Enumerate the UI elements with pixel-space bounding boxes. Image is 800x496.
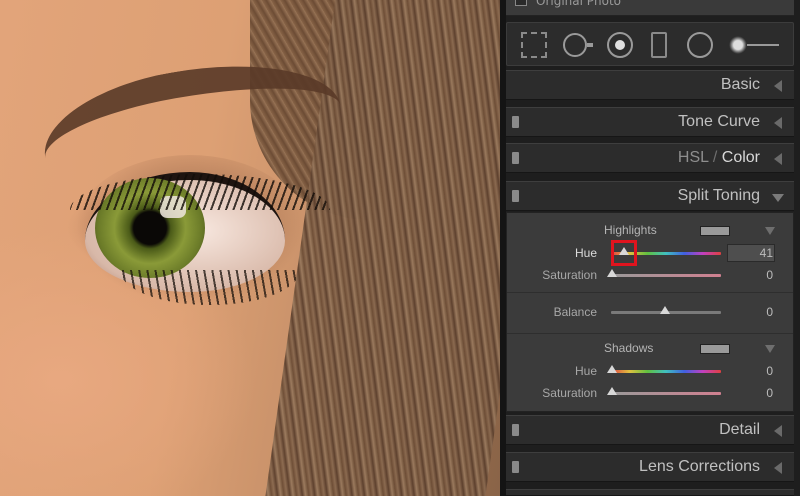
collapse-left-icon[interactable] [774,153,782,165]
panel-toggle-switch[interactable] [512,190,519,202]
panel-header-basic[interactable]: Basic [506,70,794,100]
balance-label: Balance [553,305,597,319]
panel-title-split-toning: Split Toning [677,187,760,204]
graduated-filter-icon[interactable] [651,32,667,58]
radial-filter-icon[interactable] [687,32,713,58]
tab-separator: / [708,149,722,166]
original-photo-checkbox[interactable] [515,0,527,6]
shadows-title: Shadows [604,341,654,355]
collapse-left-icon[interactable] [774,80,782,92]
split-toning-panel: Highlights Hue 41 Saturation 0 Balance 0… [506,212,794,412]
shadows-disclosure-icon[interactable] [765,345,775,353]
panel-header-tone-curve[interactable]: Tone Curve [506,107,794,137]
section-divider [507,292,793,293]
panel-title-detail: Detail [719,421,760,438]
panel-title-tone-curve: Tone Curve [678,113,760,130]
panel-toggle-switch[interactable] [512,116,519,128]
section-divider [507,333,793,334]
shadows-hue-label: Hue [574,364,597,378]
panel-header-hsl-color[interactable]: HSL / Color [506,143,794,173]
highlights-disclosure-icon[interactable] [765,227,775,235]
panel-title-hsl-color: HSL / Color [678,149,760,167]
shadows-saturation-label: Saturation [542,386,597,400]
balance-thumb[interactable] [660,306,670,314]
shadows-hue-slider[interactable] [611,370,721,373]
highlights-title: Highlights [604,223,657,237]
collapse-left-icon[interactable] [774,462,782,474]
panel-header-next [506,489,794,496]
tab-color[interactable]: Color [722,149,760,166]
collapse-left-icon[interactable] [774,425,782,437]
collapse-down-icon[interactable] [772,194,784,202]
shadows-hue-thumb[interactable] [607,365,617,373]
panel-toggle-switch[interactable] [512,152,519,164]
panel-title-basic: Basic [720,76,760,93]
shadows-saturation-thumb[interactable] [607,387,617,395]
highlights-saturation-label: Saturation [542,268,597,282]
balance-value: 0 [766,305,773,319]
shadows-hue-value: 0 [766,364,773,378]
hue-thumb-highlight-box [611,240,637,266]
original-photo-label: Original Photo [536,0,622,8]
highlights-saturation-value: 0 [766,268,773,282]
tool-strip [506,22,794,66]
adjustment-brush-handle [747,44,779,46]
shadows-saturation-slider[interactable] [611,392,721,395]
highlights-hue-label: Hue [574,246,597,260]
shadows-saturation-value: 0 [766,386,773,400]
highlights-hue-value: 41 [759,246,773,260]
panel-header-split-toning[interactable]: Split Toning [506,181,794,211]
red-eye-icon[interactable] [607,32,633,58]
panel-toggle-switch[interactable] [512,424,519,436]
panel-title-lens-corrections: Lens Corrections [639,458,760,475]
photo-canvas[interactable] [0,0,500,496]
panel-toggle-switch[interactable] [512,461,519,473]
spot-removal-icon[interactable] [563,33,593,57]
highlights-saturation-slider[interactable] [611,274,721,277]
lower-lashes [120,270,300,305]
tab-hsl[interactable]: HSL [678,149,709,166]
highlights-saturation-thumb[interactable] [607,269,617,277]
collapse-left-icon[interactable] [774,117,782,129]
shadows-color-swatch[interactable] [700,344,730,354]
panel-header-lens-corrections[interactable]: Lens Corrections [506,452,794,482]
crop-overlay-icon[interactable] [521,32,547,58]
adjustment-brush-icon[interactable] [729,36,747,54]
highlights-color-swatch[interactable] [700,226,730,236]
panel-header-detail[interactable]: Detail [506,415,794,445]
